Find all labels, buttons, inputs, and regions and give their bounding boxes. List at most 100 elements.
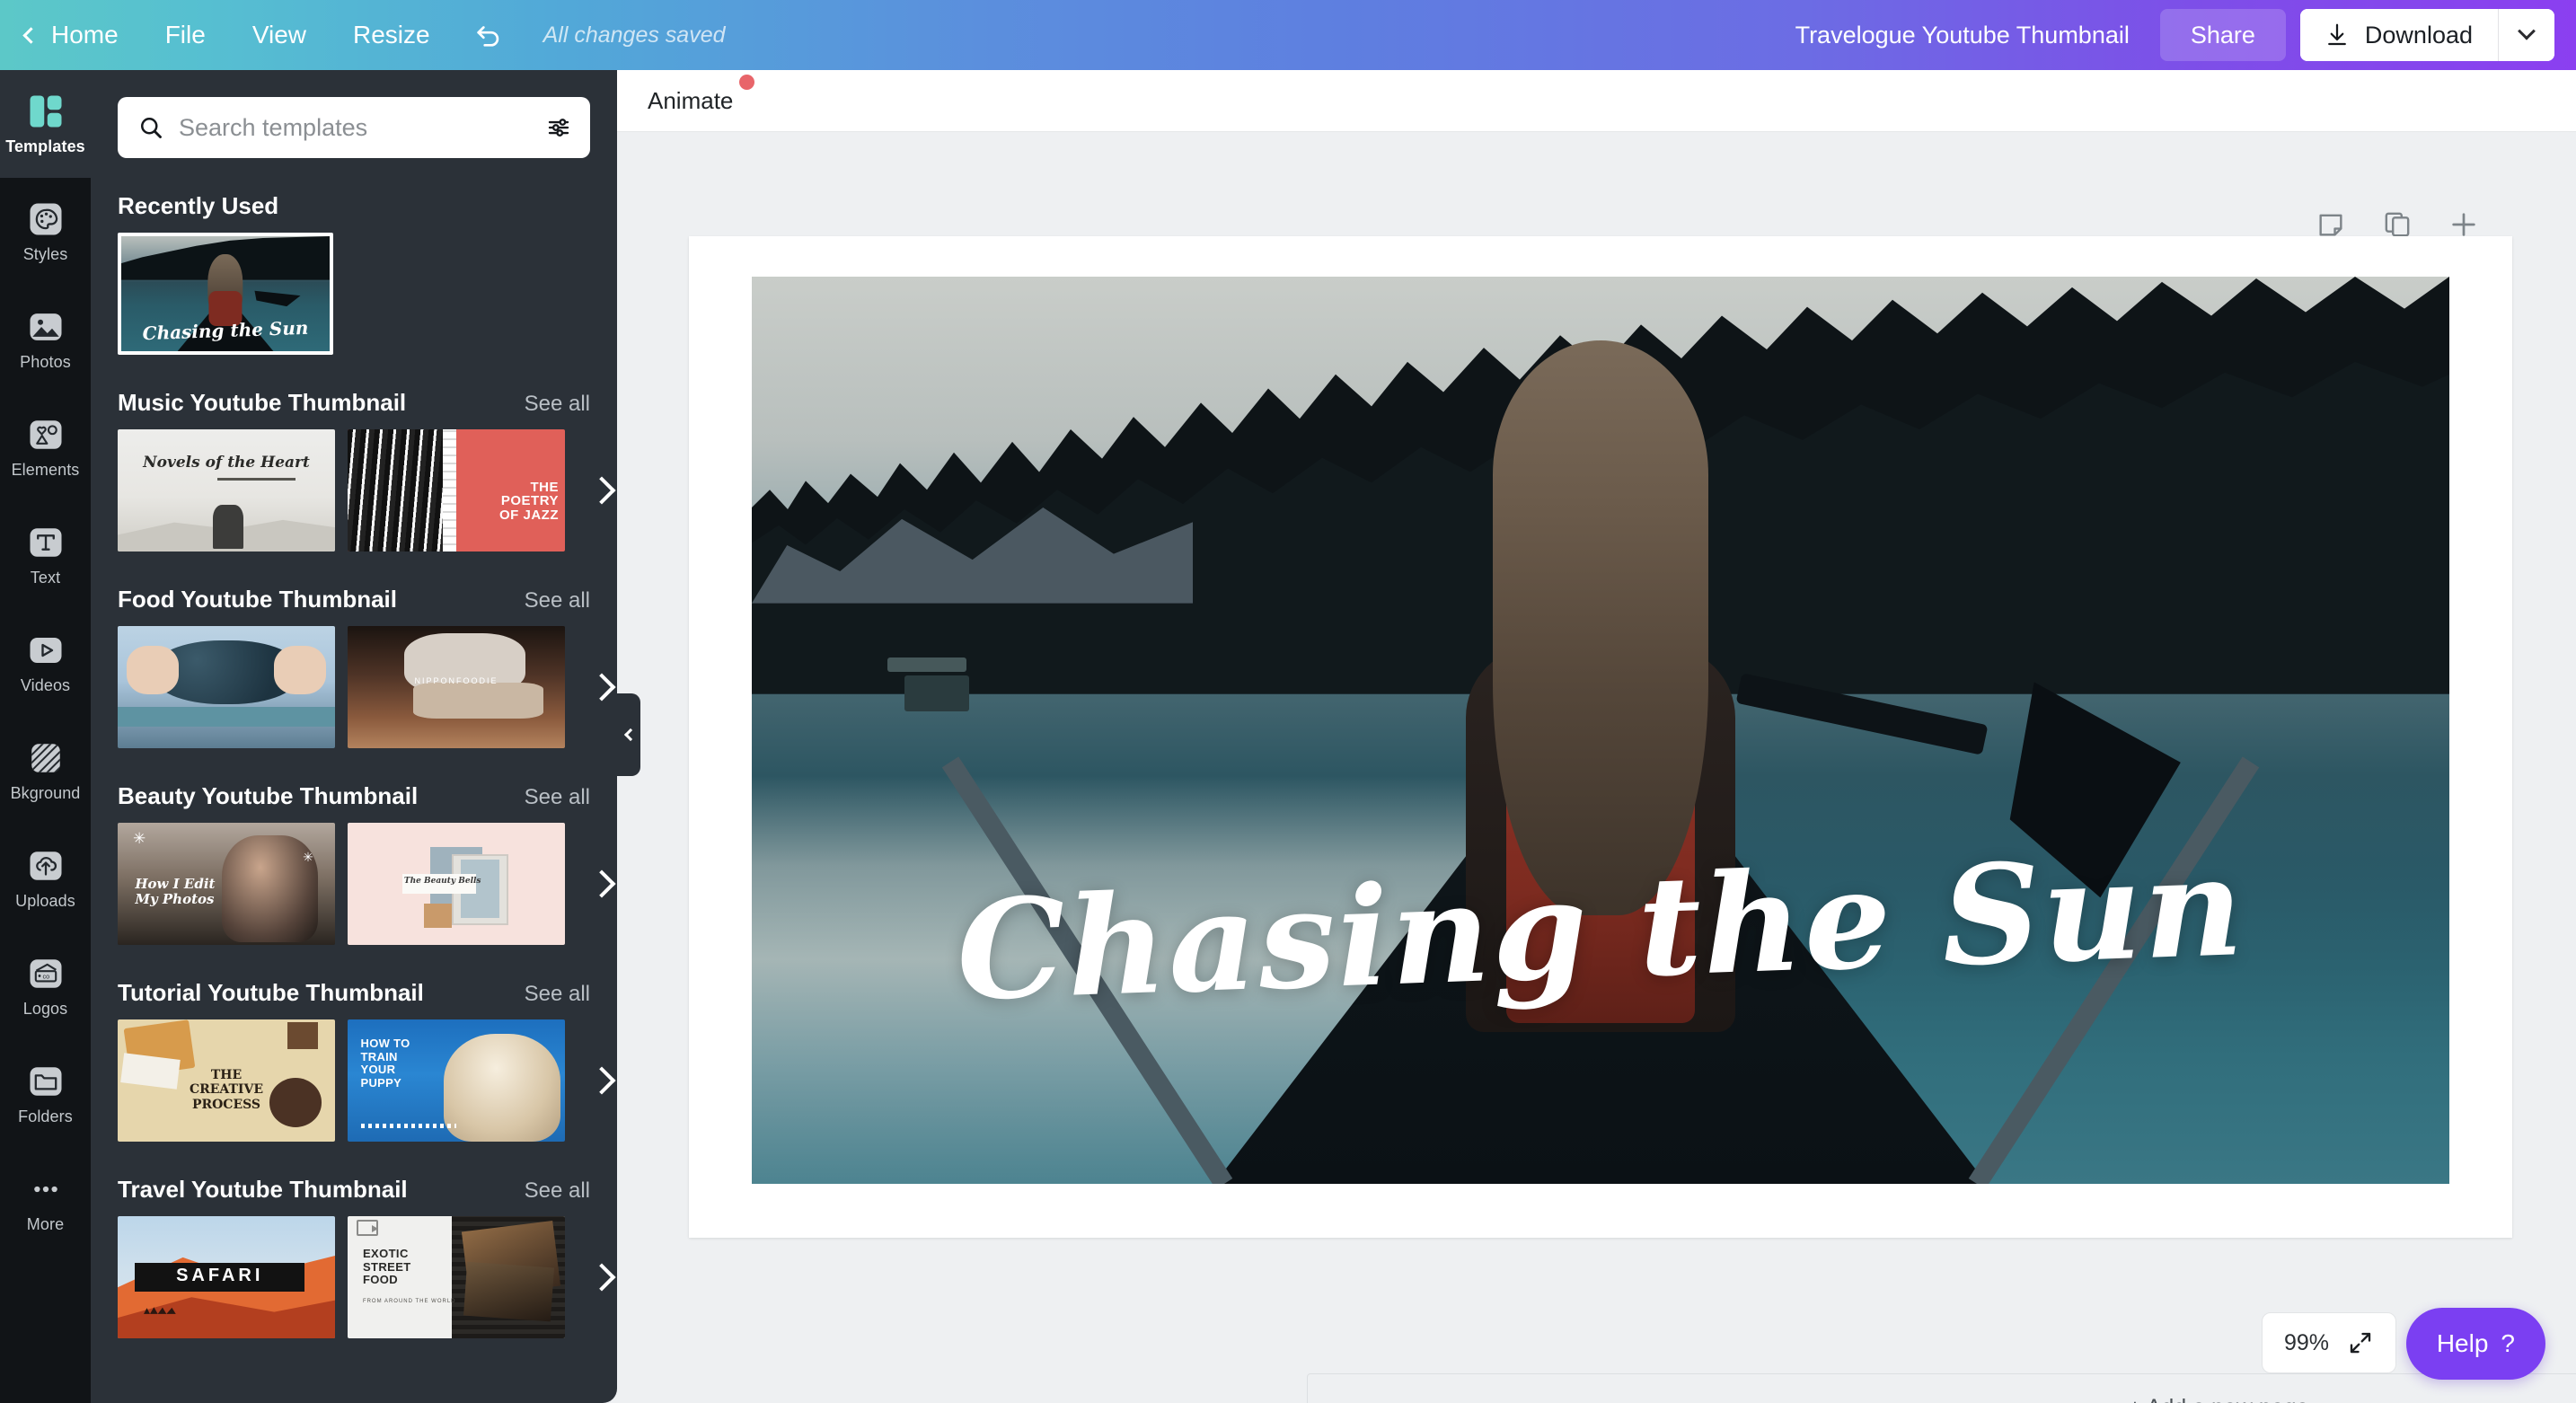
- home-label: Home: [51, 21, 119, 49]
- share-button[interactable]: Share: [2159, 9, 2286, 61]
- video-play-icon: [26, 631, 66, 670]
- editor-tabbar: Animate: [617, 70, 2576, 132]
- add-page-icon[interactable]: [2448, 209, 2479, 240]
- sidebar-label-background: Bkground: [10, 784, 81, 802]
- sidebar-item-photos[interactable]: Photos: [0, 286, 91, 393]
- help-button[interactable]: Help ?: [2405, 1308, 2545, 1380]
- sidebar-item-folders[interactable]: Folders: [0, 1040, 91, 1148]
- section-title: Music Youtube Thumbnail: [118, 389, 407, 416]
- left-sidebar-rail: Templates Styles Photos Elements Text Vi…: [0, 70, 91, 1403]
- home-button[interactable]: Home: [0, 0, 142, 70]
- templates-panel: Recently Used Chasing the Sun: [91, 70, 617, 1403]
- notes-icon[interactable]: [2316, 209, 2346, 240]
- expand-icon[interactable]: [2347, 1329, 2374, 1356]
- download-button-group: Download: [2299, 9, 2554, 61]
- search-icon: [141, 118, 162, 138]
- search-input[interactable]: [179, 113, 531, 142]
- sidebar-label-videos: Videos: [20, 676, 71, 694]
- sidebar-item-uploads[interactable]: Uploads: [0, 825, 91, 932]
- sidebar-item-more[interactable]: More: [0, 1148, 91, 1256]
- sidebar-item-templates[interactable]: Templates: [0, 70, 91, 178]
- download-label: Download: [2364, 21, 2473, 49]
- duplicate-page-icon[interactable]: [2382, 209, 2413, 240]
- thumbnail-row-food: NIPPONFOODIE: [118, 626, 616, 748]
- tab-animate[interactable]: Animate: [642, 74, 755, 115]
- menu-file[interactable]: File: [142, 0, 229, 70]
- sliders-icon[interactable]: [545, 114, 572, 141]
- notification-dot: [739, 74, 755, 90]
- top-toolbar-right: Travelogue Youtube Thumbnail Share Downl…: [1795, 9, 2576, 61]
- see-all-link[interactable]: See all: [525, 392, 590, 417]
- ellipsis-icon: [26, 1169, 66, 1209]
- undo-button[interactable]: [454, 0, 524, 70]
- text-icon: [26, 523, 66, 562]
- thumbnail-row-music: Novels of the Heart THE POETRY OF JAZZ: [118, 429, 616, 551]
- sidebar-label-folders: Folders: [18, 1107, 73, 1125]
- template-card-how-to-train-your-puppy[interactable]: HOW TO TRAIN YOUR PUPPY: [348, 1019, 565, 1142]
- add-new-page-button[interactable]: + Add a new page: [1307, 1373, 2576, 1403]
- template-card-novels-of-the-heart[interactable]: Novels of the Heart: [118, 429, 335, 551]
- chevron-right-icon[interactable]: [587, 673, 616, 702]
- menu-view[interactable]: View: [229, 0, 330, 70]
- template-card-safari[interactable]: SAFARI: [118, 1216, 335, 1338]
- thumbnail-row-travel: SAFARI EXOTIC STREET FOOD FROM AROUND THE …: [118, 1216, 616, 1338]
- sidebar-label-photos: Photos: [20, 353, 71, 371]
- chevron-right-icon[interactable]: [587, 869, 616, 898]
- sidebar-item-elements[interactable]: Elements: [0, 393, 91, 501]
- sidebar-item-background[interactable]: Bkground: [0, 717, 91, 825]
- sidebar-item-styles[interactable]: Styles: [0, 178, 91, 286]
- section-header-tutorial: Tutorial Youtube Thumbnail See all: [118, 979, 590, 1007]
- design-canvas[interactable]: Chasing the Sun: [689, 236, 2512, 1238]
- see-all-link[interactable]: See all: [525, 785, 590, 810]
- template-caption: THE POETRY OF JAZZ: [499, 480, 559, 523]
- logo-card-icon: co: [26, 954, 66, 993]
- thumbnail-row-recently-used: Chasing the Sun: [118, 233, 590, 355]
- sidebar-label-logos: Logos: [22, 1000, 68, 1018]
- download-options-button[interactable]: [2499, 9, 2554, 61]
- sidebar-label-styles: Styles: [22, 245, 68, 263]
- template-card-the-creative-process[interactable]: THE CREATIVE PROCESS: [118, 1019, 335, 1142]
- template-caption: SAFARI: [176, 1265, 264, 1285]
- undo-icon: [476, 26, 498, 47]
- template-caption: The Beauty Bells: [403, 877, 481, 887]
- template-card-poetry-of-jazz[interactable]: THE POETRY OF JAZZ: [348, 429, 565, 551]
- sidebar-item-text[interactable]: Text: [0, 501, 91, 609]
- download-button[interactable]: Download: [2299, 9, 2499, 61]
- chevron-right-icon[interactable]: [587, 1066, 616, 1095]
- chevron-right-icon[interactable]: [587, 1263, 616, 1292]
- palette-icon: [26, 199, 66, 239]
- design-title[interactable]: Travelogue Youtube Thumbnail: [1795, 22, 2130, 49]
- chevron-right-icon[interactable]: [587, 476, 616, 505]
- see-all-link[interactable]: See all: [525, 1178, 590, 1204]
- sidebar-label-uploads: Uploads: [15, 892, 75, 910]
- template-card-nipponfoodie[interactable]: NIPPONFOODIE: [348, 626, 565, 748]
- template-caption: HOW TO TRAIN YOUR PUPPY: [360, 1037, 410, 1090]
- chevron-down-icon: [2518, 22, 2536, 40]
- templates-icon: [26, 92, 66, 131]
- download-icon: [2328, 23, 2346, 46]
- hair: [1493, 340, 1708, 915]
- sidebar-item-logos[interactable]: co Logos: [0, 932, 91, 1040]
- section-header-recently-used: Recently Used: [118, 192, 590, 220]
- menu-resize[interactable]: Resize: [330, 0, 454, 70]
- template-card-grapes[interactable]: [118, 626, 335, 748]
- svg-text:co: co: [42, 972, 49, 980]
- template-card-exotic-street-food[interactable]: EXOTIC STREET FOOD FROM AROUND THE WORLD: [348, 1216, 565, 1338]
- sidebar-label-elements: Elements: [11, 461, 80, 479]
- see-all-link[interactable]: See all: [525, 588, 590, 613]
- template-card-chasing-the-sun[interactable]: Chasing the Sun: [118, 233, 333, 355]
- section-header-music: Music Youtube Thumbnail See all: [118, 389, 590, 417]
- template-card-how-i-edit-my-photos[interactable]: ✳ ✳ How I Edit My Photos: [118, 823, 335, 945]
- cabin-roof: [887, 657, 967, 673]
- see-all-link[interactable]: See all: [525, 982, 590, 1007]
- sidebar-item-videos[interactable]: Videos: [0, 609, 91, 717]
- section-header-beauty: Beauty Youtube Thumbnail See all: [118, 782, 590, 810]
- background-hatch-icon: [26, 738, 66, 778]
- sidebar-label-text: Text: [30, 569, 61, 587]
- template-card-the-beauty-bells[interactable]: The Beauty Bells: [348, 823, 565, 945]
- zoom-level-value[interactable]: 99%: [2284, 1330, 2329, 1356]
- thumbnail-row-tutorial: THE CREATIVE PROCESS HOW TO TRAIN YOUR PUPPY: [118, 1019, 616, 1142]
- canvas-artwork: Chasing the Sun: [752, 277, 2449, 1184]
- collapse-panel-button[interactable]: [617, 693, 640, 776]
- template-caption: EXOTIC STREET FOOD: [362, 1247, 411, 1286]
